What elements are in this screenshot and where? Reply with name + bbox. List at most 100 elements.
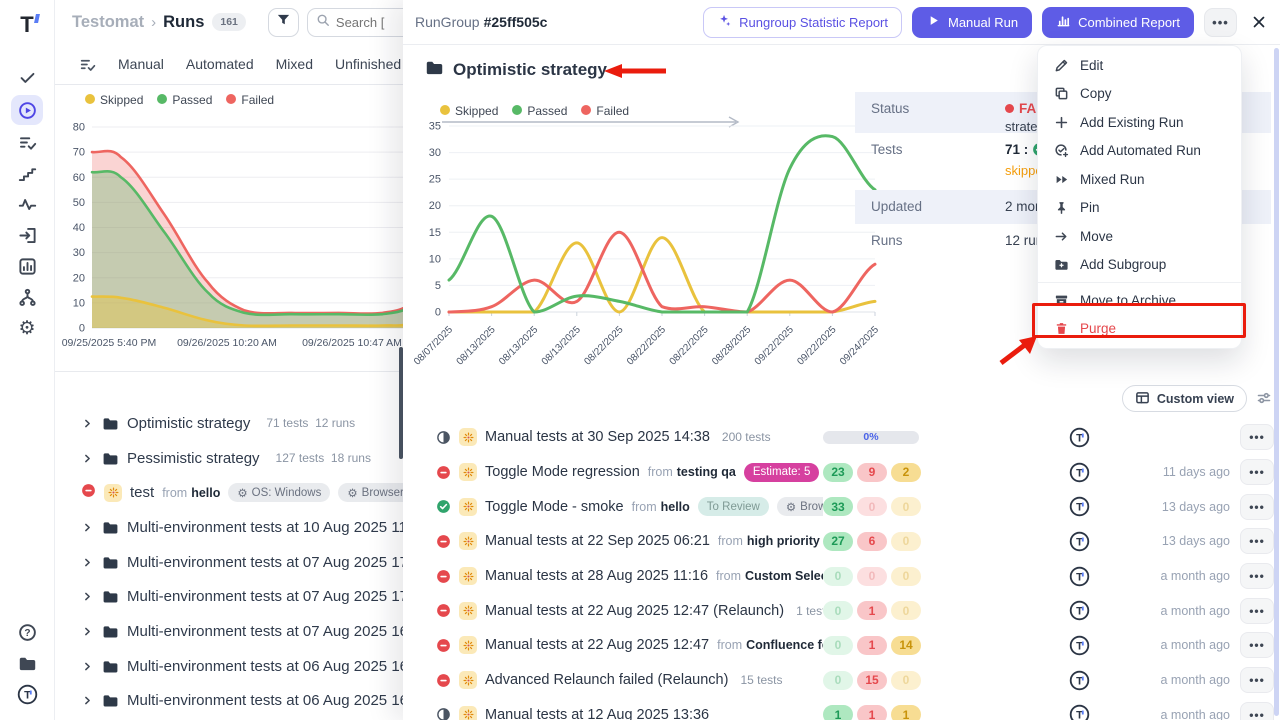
rail-pulse-icon[interactable] (11, 189, 43, 220)
run-title[interactable]: Manual tests at 28 Aug 2025 11:16 (485, 568, 708, 584)
run-row[interactable]: Manual tests at 22 Aug 2025 12:47fromCon… (403, 628, 1274, 663)
run-title[interactable]: Toggle Mode - smoke (485, 499, 624, 515)
tab-automated[interactable]: Automated (186, 56, 254, 72)
chevron-right-icon[interactable] (81, 452, 94, 465)
menu-item-add-subgroup[interactable]: Add Subgroup (1038, 251, 1241, 280)
filter-button[interactable] (268, 8, 299, 37)
run-badge: To Review (698, 497, 769, 516)
rail-help-icon[interactable]: ? (11, 617, 43, 648)
menu-item-mixed-run[interactable]: Mixed Run (1038, 165, 1241, 194)
rail-folder-dark-icon[interactable] (11, 648, 43, 679)
select-runs-icon[interactable] (79, 56, 96, 73)
chevron-right-icon[interactable] (81, 417, 94, 430)
rail-avatar-logo-icon[interactable]: T (11, 679, 43, 710)
rail-list-check-icon[interactable] (11, 127, 43, 158)
run-more-button[interactable]: ••• (1240, 494, 1274, 520)
chevron-right-icon[interactable] (81, 625, 94, 638)
group-label[interactable]: Multi-environment tests at 07 Aug 2025 1… (127, 623, 403, 640)
manual-run-button[interactable]: Manual Run (912, 7, 1032, 38)
tree-group-row[interactable]: Multi-environment tests at 07 Aug 2025 1… (55, 579, 403, 614)
tree-group-row[interactable]: Optimistic strategy71 tests 12 runs (55, 406, 403, 441)
rail-import-icon[interactable] (11, 220, 43, 251)
run-row[interactable]: Manual tests at 22 Sep 2025 06:21fromhig… (403, 524, 1274, 559)
view-settings-icon[interactable] (1256, 390, 1272, 411)
run-row[interactable]: Toggle Mode - smokefromhelloTo Review⚙Br… (403, 489, 1274, 524)
run-title[interactable]: Manual tests at 30 Sep 2025 14:38 (485, 429, 710, 445)
run-more-button[interactable]: ••• (1240, 563, 1274, 589)
run-more-button[interactable]: ••• (1240, 598, 1274, 624)
run-more-button[interactable]: ••• (1240, 528, 1274, 554)
group-label[interactable]: Multi-environment tests at 10 Aug 2025 1… (127, 519, 403, 536)
run-title[interactable]: Toggle Mode regression (485, 464, 640, 480)
group-label[interactable]: Pessimistic strategy (127, 450, 260, 467)
run-row[interactable]: Toggle Mode regressionfromtesting qaEsti… (403, 455, 1274, 490)
chart-bars-icon (1056, 13, 1071, 31)
chevron-right-icon[interactable] (81, 521, 94, 534)
tab-manual[interactable]: Manual (118, 56, 164, 72)
run-title[interactable]: Manual tests at 22 Sep 2025 06:21 (485, 533, 710, 549)
group-label[interactable]: Multi-environment tests at 06 Aug 2025 1… (127, 658, 403, 675)
menu-item-purge[interactable]: Purge (1038, 315, 1241, 344)
run-title[interactable]: Manual tests at 22 Aug 2025 12:47 (485, 637, 709, 653)
more-actions-button[interactable]: ••• (1204, 8, 1237, 37)
tree-group-row[interactable]: Multi-environment tests at 10 Aug 2025 1… (55, 510, 403, 545)
group-label[interactable]: Optimistic strategy (127, 415, 250, 432)
chevron-right-icon[interactable] (81, 660, 94, 673)
group-label[interactable]: Multi-environment tests at 06 Aug 2025 1… (127, 692, 403, 709)
breadcrumb-app[interactable]: Testomat (72, 13, 144, 32)
run-title[interactable]: Manual tests at 12 Aug 2025 13:36 (485, 707, 709, 720)
run-more-button[interactable]: ••• (1240, 667, 1274, 693)
group-label[interactable]: Multi-environment tests at 07 Aug 2025 1… (127, 588, 403, 605)
chevron-right-icon[interactable] (81, 694, 94, 707)
run-row[interactable]: Manual tests at 12 Aug 2025 13:36 1 1 1 … (403, 698, 1274, 720)
tree-group-row[interactable]: Multi-environment tests at 07 Aug 2025 1… (55, 614, 403, 649)
run-more-button[interactable]: ••• (1240, 632, 1274, 658)
breadcrumb-page[interactable]: Runs (163, 13, 204, 32)
menu-item-edit[interactable]: Edit (1038, 51, 1241, 80)
group-label[interactable]: Multi-environment tests at 07 Aug 2025 1… (127, 554, 403, 571)
custom-view-button[interactable]: Custom view (1122, 385, 1247, 412)
chevron-right-icon[interactable] (81, 590, 94, 603)
rail-report-icon[interactable] (11, 251, 43, 282)
rail-branch-icon[interactable] (11, 282, 43, 313)
tree-group-row[interactable]: Multi-environment tests at 07 Aug 2025 1… (55, 545, 403, 580)
menu-item-copy[interactable]: Copy (1038, 80, 1241, 109)
right-scrollbar-thumb[interactable] (1274, 48, 1279, 716)
runs-tree: Optimistic strategy71 tests 12 runs Pess… (55, 406, 403, 718)
run-row[interactable]: Manual tests at 28 Aug 2025 11:16fromCus… (403, 559, 1274, 594)
menu-item-pin[interactable]: Pin (1038, 194, 1241, 223)
tree-run-row[interactable]: test fromhello⚙OS: Windows⚙Browser: Chro… (55, 475, 403, 510)
rungroup-statistic-report-button[interactable]: Rungroup Statistic Report (703, 7, 902, 38)
run-title[interactable]: Manual tests at 22 Aug 2025 12:47 (Relau… (485, 603, 784, 619)
tree-group-row[interactable]: Multi-environment tests at 06 Aug 2025 1… (55, 684, 403, 719)
run-row[interactable]: Manual tests at 22 Aug 2025 12:47 (Relau… (403, 593, 1274, 628)
run-more-button[interactable]: ••• (1240, 702, 1274, 720)
tab-mixed[interactable]: Mixed (276, 56, 313, 72)
menu-item-add-existing-run[interactable]: Add Existing Run (1038, 108, 1241, 137)
menu-item-add-automated-run[interactable]: Add Automated Run (1038, 137, 1241, 166)
run-row[interactable]: Manual tests at 30 Sep 2025 14:38200 tes… (403, 420, 1274, 455)
menu-item-move-to-archive[interactable]: Move to Archive (1038, 286, 1241, 315)
combined-report-button[interactable]: Combined Report (1042, 7, 1194, 38)
run-title[interactable]: Advanced Relaunch failed (Relaunch) (485, 672, 728, 688)
run-row[interactable]: Advanced Relaunch failed (Relaunch)15 te… (403, 663, 1274, 698)
tab-unfinished[interactable]: Unfinished (335, 56, 401, 72)
passed-count: 0 (823, 671, 853, 690)
app-logo-icon[interactable]: T (20, 8, 33, 42)
search-box[interactable] (307, 8, 403, 37)
svg-text:10: 10 (429, 253, 441, 265)
tree-group-row[interactable]: Pessimistic strategy127 tests 18 runs (55, 441, 403, 476)
close-panel-icon[interactable] (1251, 14, 1267, 30)
run-more-button[interactable]: ••• (1240, 424, 1274, 450)
menu-item-move[interactable]: Move (1038, 222, 1241, 251)
runs-count-badge: 161 (212, 13, 246, 31)
rail-steps-icon[interactable] (11, 158, 43, 189)
chevron-right-icon[interactable] (81, 556, 94, 569)
run-label[interactable]: test (130, 484, 154, 501)
run-more-button[interactable]: ••• (1240, 459, 1274, 485)
tree-group-row[interactable]: Multi-environment tests at 06 Aug 2025 1… (55, 649, 403, 684)
search-input[interactable] (336, 15, 388, 30)
rail-gear-icon[interactable]: ⚙ (11, 313, 43, 344)
rail-check-icon[interactable] (11, 62, 43, 93)
rail-run-icon[interactable] (11, 95, 43, 125)
